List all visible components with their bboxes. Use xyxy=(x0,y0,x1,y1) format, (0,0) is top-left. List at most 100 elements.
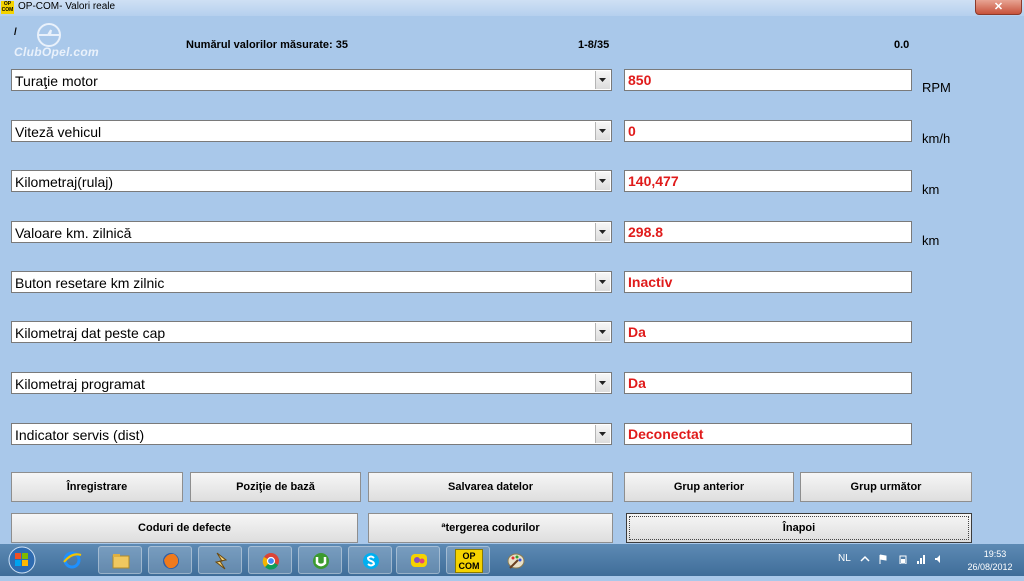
value-field: Deconectat xyxy=(624,423,912,445)
taskbar: OP COM NL 19:53 26/08/2012 xyxy=(0,544,1024,576)
dropdown-button[interactable] xyxy=(595,273,610,291)
network-signal-icon[interactable] xyxy=(916,554,926,564)
dropdown-button[interactable] xyxy=(595,323,610,341)
value-text: Deconectat xyxy=(628,426,704,442)
value-text: 850 xyxy=(628,72,652,88)
utorrent-button[interactable] xyxy=(298,546,342,574)
dropdown-button[interactable] xyxy=(595,71,610,89)
parameter-select[interactable]: Kilometraj dat peste cap xyxy=(11,321,612,343)
window-title: OP-COM- Valori reale xyxy=(18,1,116,12)
start-orb-icon xyxy=(8,546,36,574)
close-button[interactable]: ✕ xyxy=(975,0,1022,15)
dropdown-button[interactable] xyxy=(595,122,610,140)
value-row: Buton resetare km zilnic Inactiv xyxy=(0,271,1024,295)
next-group-button[interactable]: Grup următor xyxy=(800,472,972,502)
volume-icon[interactable] xyxy=(934,554,944,564)
previous-group-button[interactable]: Grup anterior xyxy=(624,472,794,502)
clock-date[interactable]: 26/08/2012 xyxy=(960,562,1020,572)
app-icon-text: OP COM xyxy=(1,1,14,13)
unit-label: km/h xyxy=(922,131,951,146)
clubopel-watermark: ClubOpel.com xyxy=(14,45,99,59)
base-position-button[interactable]: Poziţie de bază xyxy=(190,472,361,502)
firefox-icon xyxy=(163,553,179,569)
chevron-down-icon xyxy=(599,432,606,436)
close-icon: ✕ xyxy=(993,1,1004,13)
value-field: 0 xyxy=(624,120,912,142)
dropdown-button[interactable] xyxy=(595,223,610,241)
parameter-select[interactable]: Viteză vehicul xyxy=(11,120,612,142)
save-data-button[interactable]: Salvarea datelor xyxy=(368,472,613,502)
clear-codes-button[interactable]: ªtergerea codurilor xyxy=(368,513,613,543)
parameter-label: Kilometraj programat xyxy=(15,376,145,392)
utorrent-icon xyxy=(313,553,329,569)
parameter-label: Valoare km. zilnică xyxy=(15,225,132,241)
title-bar: OP COM OP-COM- Valori reale ✕ xyxy=(0,0,1024,16)
paint-button[interactable] xyxy=(494,546,538,574)
start-button[interactable] xyxy=(2,544,42,576)
parameter-label: Buton resetare km zilnic xyxy=(15,275,165,291)
parameter-select[interactable]: Kilometraj(rulaj) xyxy=(11,170,612,192)
chevron-down-icon xyxy=(599,78,606,82)
messenger-icon xyxy=(411,554,427,567)
opcom-taskbar-button[interactable]: OP COM xyxy=(446,546,490,574)
parameter-label: Indicator servis (dist) xyxy=(15,427,145,443)
winamp-button[interactable] xyxy=(198,546,242,574)
internet-explorer-button[interactable] xyxy=(50,546,94,574)
action-center-flag-icon[interactable] xyxy=(878,554,888,564)
clock-time[interactable]: 19:53 xyxy=(970,549,1020,559)
opcom-app-icon[interactable]: OP COM xyxy=(1,1,14,14)
file-explorer-button[interactable] xyxy=(98,546,142,574)
parameter-label: Viteză vehicul xyxy=(15,124,102,140)
parameter-select[interactable]: Valoare km. zilnică xyxy=(11,221,612,243)
parameter-select[interactable]: Indicator servis (dist) xyxy=(11,423,612,445)
page-indicator: 1-8/35 xyxy=(578,39,610,51)
value-text: Da xyxy=(628,324,646,340)
internet-explorer-icon xyxy=(63,551,82,569)
chevron-down-icon xyxy=(599,230,606,234)
parameter-label: Kilometraj dat peste cap xyxy=(15,325,166,341)
value-row: Turaţie motor 850 RPM xyxy=(0,69,1024,95)
parameter-select[interactable]: Turaţie motor xyxy=(11,69,612,91)
skype-button[interactable] xyxy=(348,546,392,574)
chevron-down-icon xyxy=(599,179,606,183)
back-button[interactable]: Înapoi xyxy=(626,513,972,543)
value-text: 0 xyxy=(628,123,636,139)
chevron-down-icon xyxy=(599,129,606,133)
record-button[interactable]: Înregistrare xyxy=(11,472,183,502)
firefox-button[interactable] xyxy=(148,546,192,574)
fault-codes-button[interactable]: Coduri de defecte xyxy=(11,513,358,543)
value-row: Kilometraj(rulaj) 140,477 km xyxy=(0,170,1024,197)
value-field: 298.8 xyxy=(624,221,912,243)
value-row: Viteză vehicul 0 km/h xyxy=(0,120,1024,146)
file-explorer-icon xyxy=(112,554,130,569)
value-row: Indicator servis (dist) Deconectat xyxy=(0,423,1024,447)
elapsed-time: 0.0 xyxy=(894,39,910,51)
battery-icon[interactable] xyxy=(898,554,908,564)
value-text: 140,477 xyxy=(628,173,679,189)
value-text: Da xyxy=(628,375,646,391)
opcom-icon: OP COM xyxy=(455,549,483,573)
unit-label: km xyxy=(922,233,940,248)
unit-label: km xyxy=(922,182,940,197)
measured-values-count: Numărul valorilor măsurate: 35 xyxy=(186,39,349,51)
chrome-button[interactable] xyxy=(248,546,292,574)
value-row: Kilometraj dat peste cap Da xyxy=(0,321,1024,345)
skype-icon xyxy=(363,553,379,569)
parameter-select[interactable]: Kilometraj programat xyxy=(11,372,612,394)
unit-label: RPM xyxy=(922,80,951,95)
language-indicator[interactable]: NL xyxy=(838,553,851,564)
system-tray: NL 19:53 26/08/2012 xyxy=(832,544,1024,576)
value-field: Da xyxy=(624,372,912,394)
parameter-select[interactable]: Buton resetare km zilnic xyxy=(11,271,612,293)
show-hidden-icons-icon[interactable] xyxy=(860,554,870,564)
chevron-down-icon xyxy=(599,330,606,334)
dropdown-button[interactable] xyxy=(595,374,610,392)
value-row: Kilometraj programat Da xyxy=(0,372,1024,396)
value-field: Da xyxy=(624,321,912,343)
dropdown-button[interactable] xyxy=(595,425,610,443)
slash-indicator: / xyxy=(14,27,17,38)
opcom-label: OP COM xyxy=(458,551,480,571)
dropdown-button[interactable] xyxy=(595,172,610,190)
messenger-button[interactable] xyxy=(396,546,440,574)
chrome-icon xyxy=(262,553,279,570)
